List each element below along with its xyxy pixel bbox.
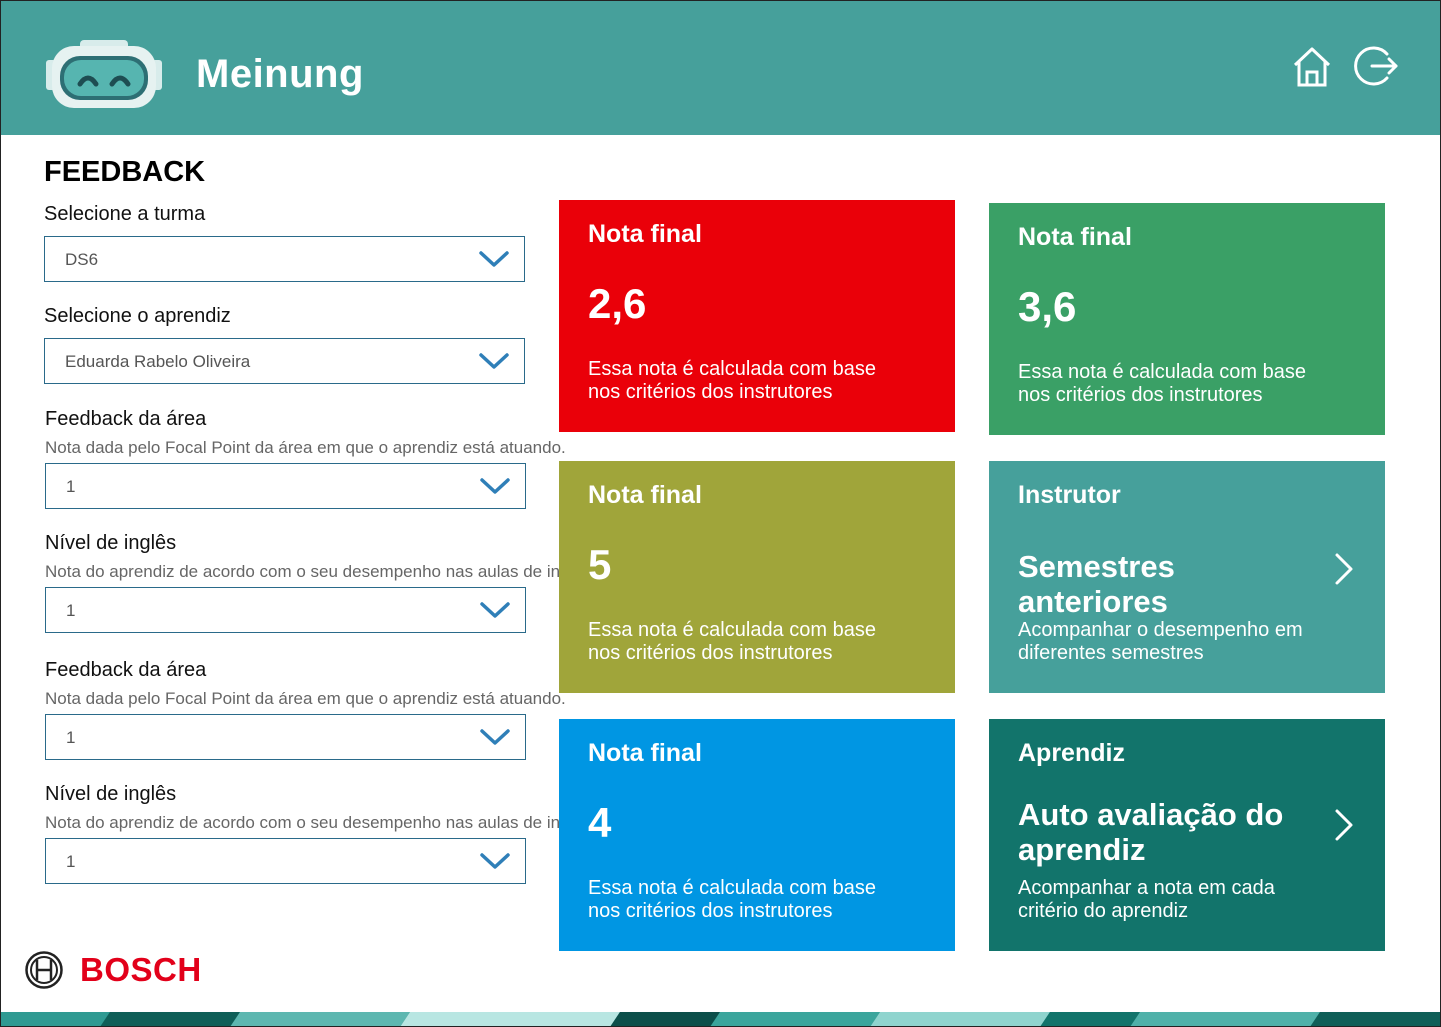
bosch-armature-logo-icon	[25, 951, 63, 989]
feedback-area-hint: Nota dada pelo Focal Point da área em qu…	[45, 438, 566, 457]
card-description: Essa nota é calculada com base nos crité…	[588, 358, 876, 403]
turma-label: Selecione a turma	[44, 203, 206, 225]
chevron-down-icon	[480, 478, 510, 494]
home-icon[interactable]	[1290, 44, 1334, 88]
aprendiz-select[interactable]: Eduarda Rabelo Oliveira	[44, 338, 525, 384]
bosch-brand-text: BOSCH	[80, 951, 202, 988]
chevron-down-icon	[480, 729, 510, 745]
nivel-ingles-value: 1	[66, 852, 76, 871]
feedback-area-select[interactable]: 1	[45, 714, 526, 760]
nota-final-card: Nota final 3,6 Essa nota é calculada com…	[989, 203, 1385, 435]
card-value: 2,6	[588, 280, 647, 327]
footer-decorative-stripe	[0, 1012, 1441, 1027]
chevron-right-icon	[1335, 809, 1353, 841]
semestres-anteriores-card[interactable]: Instrutor Semestres anteriores Acompanha…	[989, 461, 1385, 693]
nivel-ingles-select[interactable]: 1	[45, 838, 526, 884]
turma-select[interactable]: DS6	[44, 236, 525, 282]
logout-icon[interactable]	[1354, 44, 1398, 88]
card-description: Essa nota é calculada com base nos crité…	[1018, 361, 1306, 406]
feedback-area-value: 1	[66, 477, 76, 496]
nivel-ingles-label: Nível de inglês	[45, 532, 177, 554]
app-title: Meinung	[196, 52, 364, 96]
card-title: Nota final	[588, 481, 702, 509]
turma-value: DS6	[65, 250, 99, 269]
chevron-right-icon	[1335, 553, 1353, 585]
chevron-down-icon	[479, 353, 509, 369]
auto-avaliacao-card[interactable]: Aprendiz Auto avaliação do aprendiz Acom…	[989, 719, 1385, 951]
card-title: Instrutor	[1018, 481, 1121, 509]
chevron-down-icon	[479, 251, 509, 267]
card-title: Nota final	[1018, 223, 1132, 251]
feedback-area-value: 1	[66, 728, 76, 747]
chevron-down-icon	[480, 602, 510, 618]
nivel-ingles-label: Nível de inglês	[45, 783, 177, 805]
nivel-ingles-select[interactable]: 1	[45, 587, 526, 633]
card-heading: Semestres anteriores	[1018, 549, 1175, 619]
feedback-area-label: Feedback da área	[45, 659, 207, 681]
card-heading: Auto avaliação do aprendiz	[1018, 797, 1284, 867]
app-header: Meinung	[0, 0, 1441, 135]
aprendiz-label: Selecione o aprendiz	[44, 305, 231, 327]
nota-final-card: Nota final 5 Essa nota é calculada com b…	[559, 461, 955, 693]
nivel-ingles-hint: Nota do aprendiz de acordo com o seu des…	[45, 813, 596, 832]
robot-logo-icon	[46, 40, 162, 108]
page-title: FEEDBACK	[44, 156, 206, 188]
chevron-down-icon	[480, 853, 510, 869]
card-title: Aprendiz	[1018, 739, 1125, 767]
card-description: Acompanhar o desempenho em diferentes se…	[1018, 619, 1303, 664]
card-description: Essa nota é calculada com base nos crité…	[588, 619, 876, 664]
card-title: Nota final	[588, 220, 702, 248]
nota-final-card: Nota final 2,6 Essa nota é calculada com…	[559, 200, 955, 432]
card-title: Nota final	[588, 739, 702, 767]
card-description: Essa nota é calculada com base nos crité…	[588, 877, 876, 922]
card-value: 4	[588, 799, 612, 846]
feedback-area-hint: Nota dada pelo Focal Point da área em qu…	[45, 689, 566, 708]
aprendiz-value: Eduarda Rabelo Oliveira	[65, 352, 251, 371]
nivel-ingles-hint: Nota do aprendiz de acordo com o seu des…	[45, 562, 596, 581]
feedback-area-select[interactable]: 1	[45, 463, 526, 509]
feedback-area-label: Feedback da área	[45, 408, 207, 430]
nota-final-card: Nota final 4 Essa nota é calculada com b…	[559, 719, 955, 951]
card-value: 5	[588, 541, 612, 588]
card-description: Acompanhar a nota em cada critério do ap…	[1018, 877, 1275, 922]
card-value: 3,6	[1018, 283, 1077, 330]
nivel-ingles-value: 1	[66, 601, 76, 620]
